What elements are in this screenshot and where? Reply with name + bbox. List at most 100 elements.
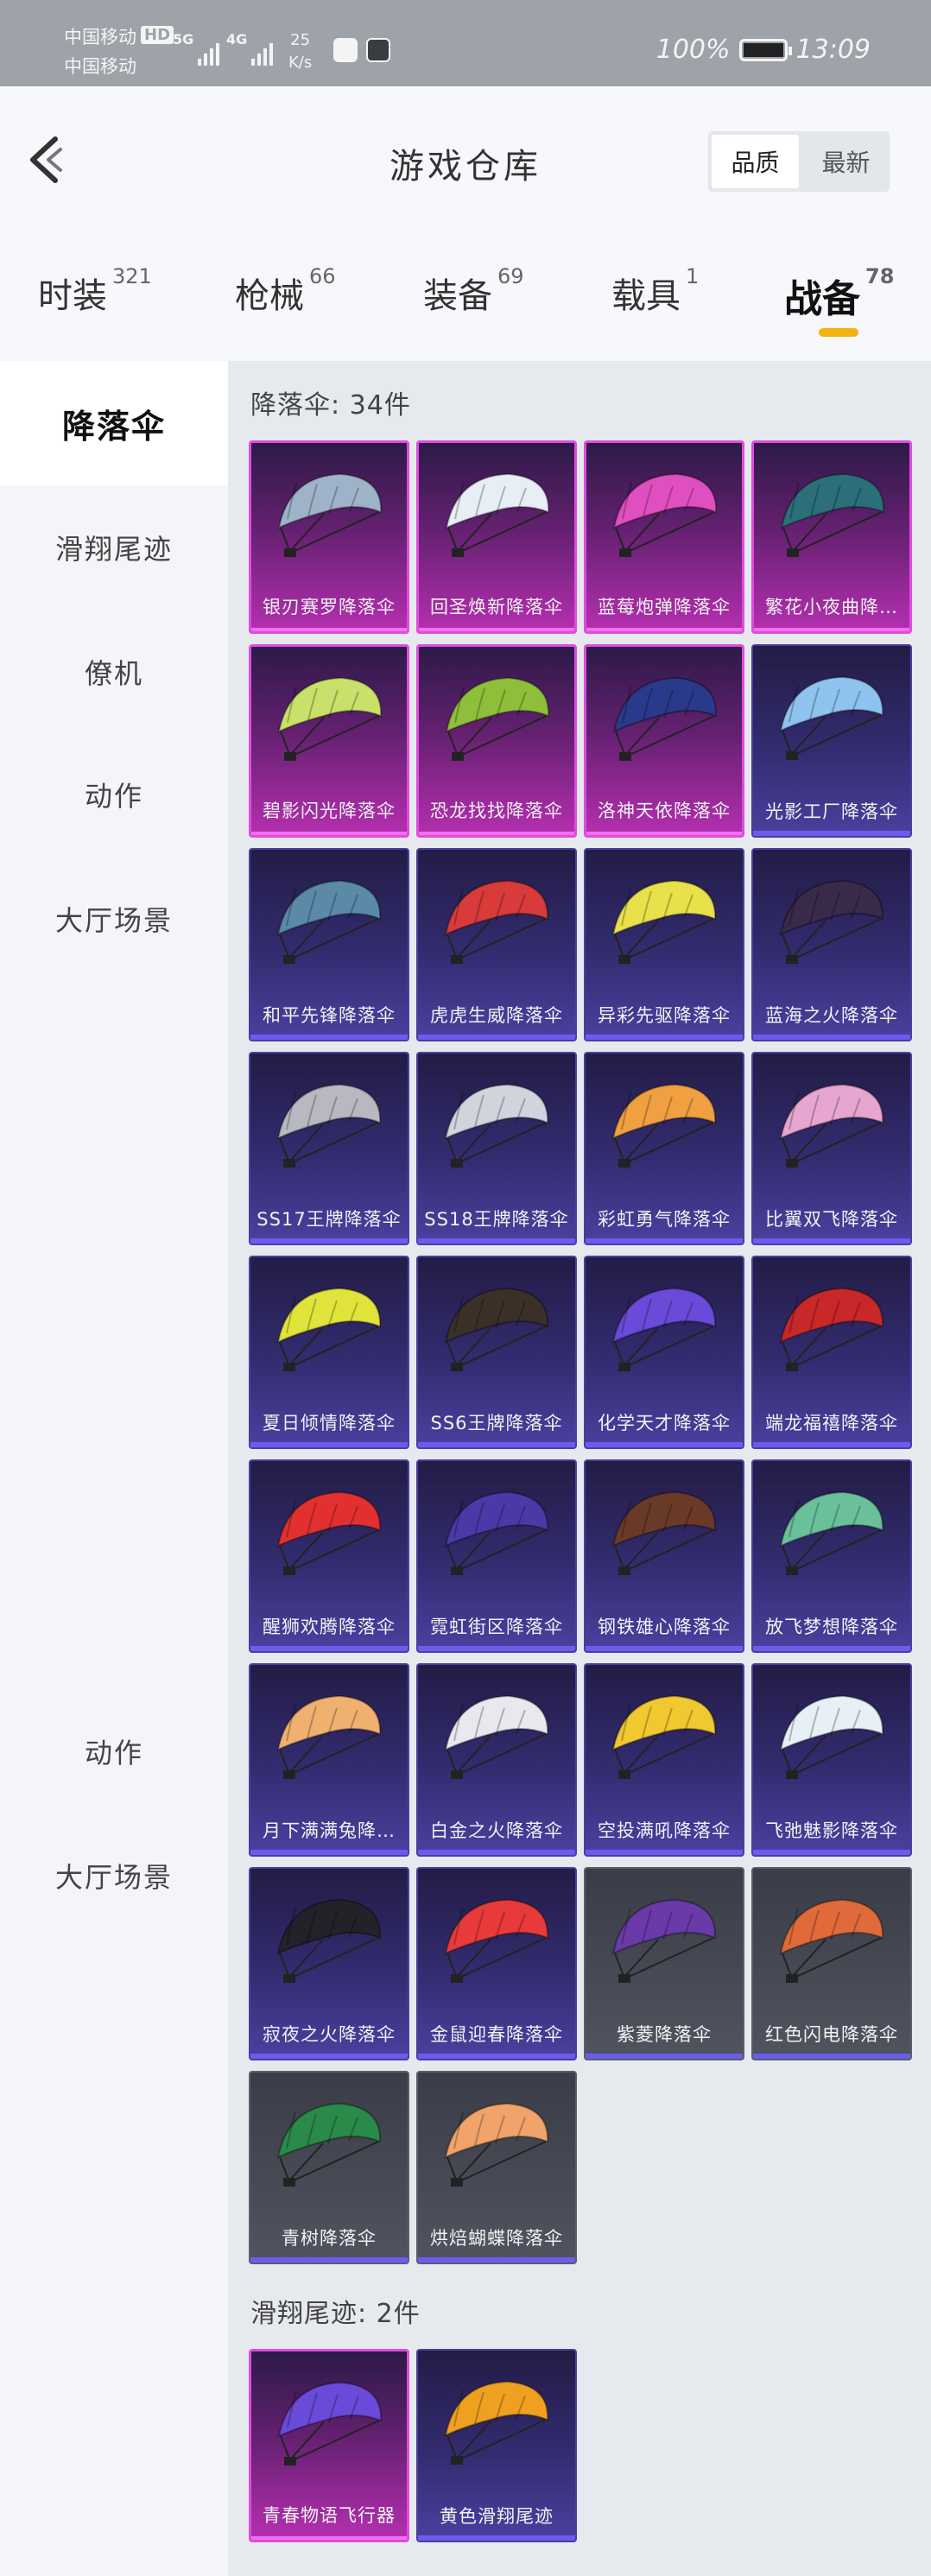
item-card[interactable]: 飞弛魅影降落伞 [751, 1663, 912, 1857]
sidebar-item-lobby-scene[interactable]: 大厅场景 [0, 857, 228, 981]
sidebar-item-parachute[interactable]: 降落伞 [0, 361, 228, 485]
item-name: 银刃赛罗降落伞 [263, 597, 396, 617]
parachute-icon [444, 1694, 549, 1779]
item-name: 飞弛魅影降落伞 [765, 1820, 898, 1841]
item-card[interactable]: 洛神天依降落伞 [584, 644, 744, 838]
item-name: 化学天才降落伞 [598, 1413, 731, 1434]
signal-4g-icon: 4G [226, 31, 274, 66]
parachute-icon [611, 879, 717, 964]
item-card[interactable]: 金鼠迎春降落伞 [416, 1867, 577, 2060]
item-card[interactable]: 寂夜之火降落伞 [249, 1867, 409, 2060]
item-card[interactable]: 白金之火降落伞 [416, 1663, 577, 1857]
item-name: 回圣焕新降落伞 [430, 597, 563, 617]
item-card[interactable]: SS18王牌降落伞 [416, 1052, 577, 1245]
sort-newest-button[interactable]: 最新 [802, 131, 890, 192]
sidebar-item-emote[interactable]: 动作 [0, 732, 228, 857]
tab-count: 1 [686, 264, 700, 288]
sidebar-item-lobby-scene-2[interactable]: 大厅场景 [0, 1813, 228, 1938]
item-card[interactable]: 放飞梦想降落伞 [751, 1459, 912, 1653]
tab-combat-gear[interactable]: 战备78 [784, 264, 894, 323]
item-card[interactable]: 端龙福禧降落伞 [751, 1256, 912, 1449]
sort-toggle[interactable]: 品质 最新 [708, 131, 890, 192]
status-bar: 中国移动 中国移动 HD 5G 4G 25 K/s 100% 13:09 [0, 0, 931, 86]
parachute-icon [445, 676, 550, 761]
parachute-icon [276, 2102, 382, 2187]
item-card[interactable]: SS6王牌降落伞 [416, 1256, 577, 1449]
item-card[interactable]: 醒狮欢腾降落伞 [249, 1459, 409, 1653]
item-card[interactable]: 青树降落伞 [249, 2071, 409, 2264]
item-card[interactable]: 黄色滑翔尾迹 [416, 2349, 577, 2542]
parachute-icon [276, 1898, 382, 1983]
carrier-info: 中国移动 中国移动 [64, 22, 136, 81]
item-card[interactable]: SS17王牌降落伞 [249, 1052, 409, 1245]
item-card[interactable]: 和平先锋降落伞 [249, 848, 409, 1041]
sidebar: 降落伞 滑翔尾迹 僚机 动作 大厅场景 动作 大厅场景 [0, 361, 228, 2576]
item-name: 光影工厂降落伞 [765, 801, 898, 822]
speed-value: 25 [290, 31, 311, 49]
parachute-icon [444, 2102, 549, 2187]
sidebar-item-glide-trail[interactable]: 滑翔尾迹 [0, 485, 228, 610]
item-name: 繁花小夜曲降… [765, 597, 898, 617]
clock: 13:09 [795, 35, 871, 65]
parachute-icon [276, 1694, 382, 1779]
item-card[interactable]: 化学天才降落伞 [584, 1256, 744, 1449]
item-card[interactable]: 恐龙找找降落伞 [416, 644, 577, 838]
item-card[interactable]: 紫菱降落伞 [584, 1867, 744, 2060]
item-name: 蓝海之火降落伞 [765, 1005, 898, 1026]
item-card[interactable]: 青春物语飞行器 [249, 2349, 409, 2542]
item-card[interactable]: 彩虹勇气降落伞 [584, 1052, 744, 1245]
item-grid-area: 降落伞: 34件 银刃赛罗降落伞 回圣焕新降落伞 蓝莓炮弹降落伞 繁花小夜曲降… 碧影闪… [228, 361, 931, 2576]
tab-firearms[interactable]: 枪械 66 [235, 264, 336, 318]
item-card[interactable]: 月下满满兔降… [249, 1663, 409, 1857]
parachute-icon [779, 675, 884, 760]
parachute-icon [611, 1083, 717, 1168]
parachute-icon [444, 1491, 549, 1575]
item-card[interactable]: 异彩先驱降落伞 [584, 848, 744, 1041]
hd-badge: HD [141, 26, 174, 44]
tab-count: 321 [112, 264, 152, 288]
parachute-icon [779, 1083, 884, 1168]
signal-5g-label: 5G [173, 31, 194, 47]
tab-vehicles[interactable]: 载具 1 [611, 264, 699, 318]
item-name: SS18王牌降落伞 [424, 1209, 569, 1230]
category-tabs: 时装 321 枪械 66 装备 69 载具 1 战备78 [0, 259, 931, 345]
item-card[interactable]: 钢铁雄心降落伞 [584, 1459, 744, 1653]
sidebar-item-wingman[interactable]: 僚机 [0, 610, 228, 734]
item-card[interactable]: 碧影闪光降落伞 [249, 644, 409, 838]
parachute-icon [779, 1694, 884, 1779]
item-name: 碧影闪光降落伞 [263, 801, 396, 821]
item-name: 月下满满兔降… [263, 1820, 396, 1841]
item-card[interactable]: 烘焙蝴蝶降落伞 [416, 2071, 577, 2264]
tab-fashion[interactable]: 时装 321 [38, 264, 152, 318]
parachute-icon [779, 1287, 884, 1371]
sidebar-item-emote-2[interactable]: 动作 [0, 1689, 228, 1813]
tab-count: 66 [309, 264, 336, 288]
item-card[interactable]: 比翼双飞降落伞 [751, 1052, 912, 1245]
item-card[interactable]: 红色闪电降落伞 [751, 1867, 912, 2060]
item-card[interactable]: 光影工厂降落伞 [751, 644, 912, 838]
item-name: 青树降落伞 [282, 2228, 377, 2249]
tab-count: 69 [497, 264, 524, 288]
item-name: 金鼠迎春降落伞 [430, 2024, 563, 2045]
item-card[interactable]: 蓝莓炮弹降落伞 [584, 440, 744, 634]
item-name: 霓虹街区降落伞 [430, 1617, 563, 1637]
parachute-icon [611, 1898, 717, 1983]
parachute-icon [276, 1287, 382, 1371]
item-name: 端龙福禧降落伞 [765, 1413, 898, 1434]
item-card[interactable]: 空投满吼降落伞 [584, 1663, 744, 1857]
parachute-icon [277, 676, 383, 761]
parachute-icon [612, 676, 718, 761]
item-card[interactable]: 回圣焕新降落伞 [416, 440, 577, 634]
item-name: 洛神天依降落伞 [598, 801, 731, 821]
item-card[interactable]: 繁花小夜曲降… [751, 440, 912, 634]
tab-equipment[interactable]: 装备 69 [423, 264, 524, 318]
item-card[interactable]: 虎虎生威降落伞 [416, 848, 577, 1041]
item-card[interactable]: 霓虹街区降落伞 [416, 1459, 577, 1653]
item-card[interactable]: 夏日倾情降落伞 [249, 1256, 409, 1449]
active-tab-indicator [819, 328, 858, 337]
sort-quality-button[interactable]: 品质 [712, 135, 799, 188]
network-speed: 25 K/s [288, 29, 312, 74]
item-card[interactable]: 蓝海之火降落伞 [751, 848, 912, 1041]
item-card[interactable]: 银刃赛罗降落伞 [249, 440, 409, 634]
parachute-icon [444, 1898, 549, 1983]
